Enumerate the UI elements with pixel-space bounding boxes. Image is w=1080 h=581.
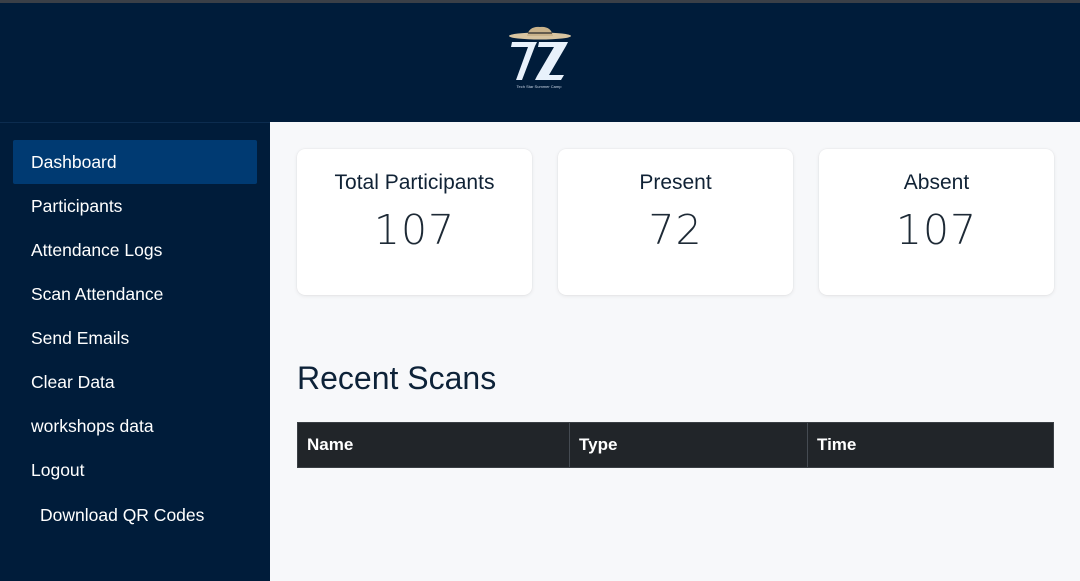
app-header: Tech Star Summer Camp (0, 3, 1080, 122)
stat-card-total-participants: Total Participants 107 (297, 149, 532, 295)
recent-scans-title: Recent Scans (297, 360, 497, 396)
stat-card-present: Present 72 (558, 149, 793, 295)
logo-subtext: Tech Star Summer Camp (516, 84, 562, 89)
main-content: Total Participants 107 Present 72 Absent… (270, 122, 1080, 581)
logo-mark-icon (509, 26, 571, 80)
column-header-time[interactable]: Time (808, 423, 1053, 467)
sidebar-item-logout[interactable]: Logout (13, 448, 257, 492)
column-header-type[interactable]: Type (570, 423, 808, 467)
sidebar: Dashboard Participants Attendance Logs S… (0, 122, 270, 581)
sidebar-item-participants[interactable]: Participants (13, 184, 257, 228)
stat-card-title: Total Participants (334, 171, 495, 194)
sidebar-item-scan-attendance[interactable]: Scan Attendance (13, 272, 257, 316)
column-header-name[interactable]: Name (298, 423, 570, 467)
stat-card-title: Present (639, 171, 712, 194)
sidebar-item-dashboard[interactable]: Dashboard (13, 140, 257, 184)
app-logo[interactable]: Tech Star Summer Camp (505, 25, 573, 95)
sidebar-item-attendance-logs[interactable]: Attendance Logs (13, 228, 257, 272)
stat-card-value: 72 (648, 206, 703, 254)
stat-card-title: Absent (903, 171, 970, 194)
stat-card-value: 107 (895, 206, 978, 254)
sidebar-item-send-emails[interactable]: Send Emails (13, 316, 257, 360)
recent-scans-table-header: Name Type Time (297, 422, 1054, 468)
sidebar-item-workshops-data[interactable]: workshops data (13, 404, 257, 448)
stat-card-value: 107 (373, 206, 456, 254)
sidebar-item-download-qr-codes[interactable]: Download QR Codes (13, 493, 257, 537)
stat-card-absent: Absent 107 (819, 149, 1054, 295)
sidebar-item-clear-data[interactable]: Clear Data (13, 360, 257, 404)
